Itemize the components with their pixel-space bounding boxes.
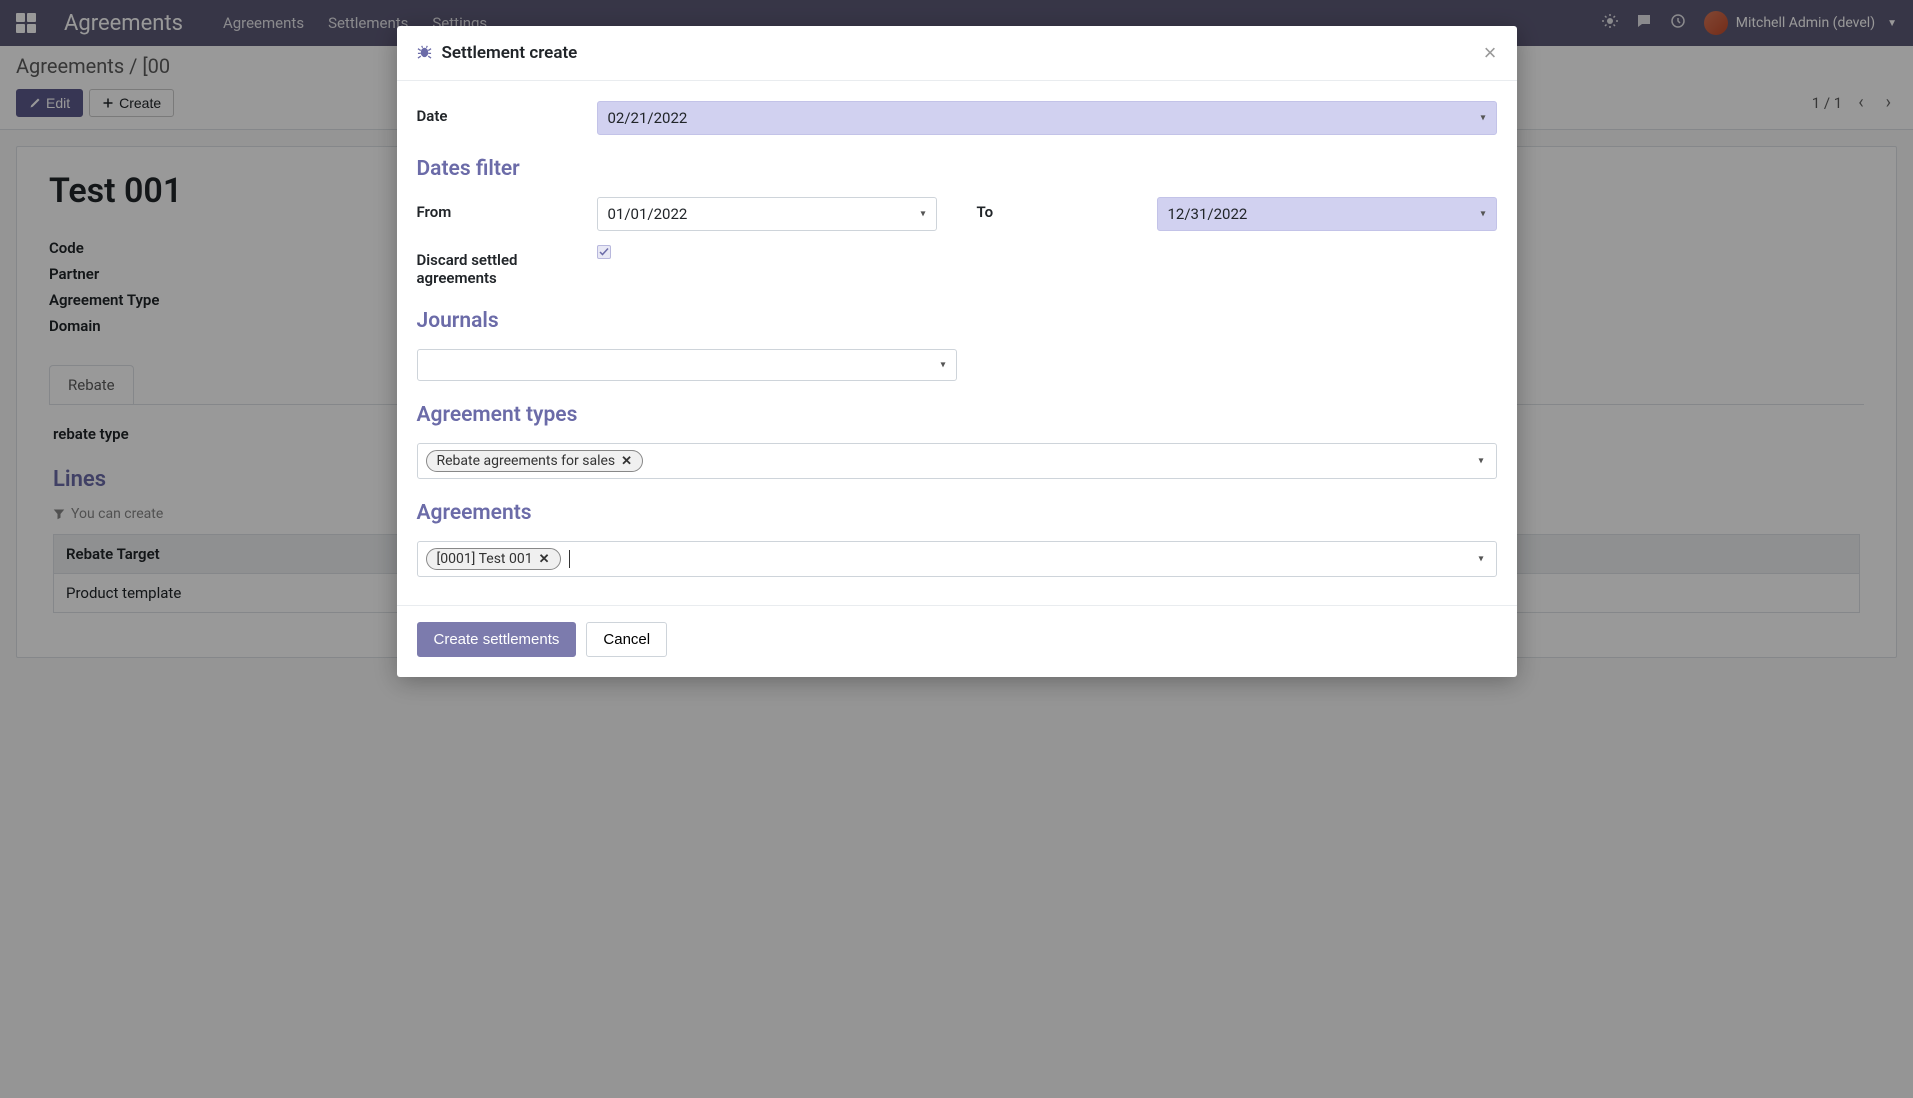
- from-label: From: [417, 197, 597, 221]
- to-label: To: [977, 197, 1157, 221]
- discard-checkbox[interactable]: [597, 245, 611, 259]
- date-label: Date: [417, 101, 597, 125]
- agreements-input[interactable]: [0001] Test 001 ✕ ▾: [417, 541, 1497, 577]
- chevron-down-icon: ▾: [940, 360, 945, 371]
- from-date-input[interactable]: 01/01/2022 ▾: [597, 197, 937, 231]
- modal-title-text: Settlement create: [442, 43, 578, 63]
- agreement-types-heading: Agreement types: [417, 403, 1497, 427]
- to-date-input[interactable]: 12/31/2022 ▾: [1157, 197, 1497, 231]
- date-input[interactable]: 02/21/2022 ▾: [597, 101, 1497, 135]
- chevron-down-icon: ▾: [1480, 113, 1485, 124]
- check-icon: [599, 247, 609, 257]
- chevron-down-icon: ▾: [1478, 456, 1483, 467]
- discard-label: Discard settled agreements: [417, 245, 597, 287]
- modal-header: Settlement create ×: [397, 26, 1517, 81]
- agreement-types-input[interactable]: Rebate agreements for sales ✕ ▾: [417, 443, 1497, 479]
- modal-close-button[interactable]: ×: [1484, 40, 1497, 66]
- journals-select[interactable]: ▾: [417, 349, 957, 381]
- chevron-down-icon: ▾: [1478, 554, 1483, 565]
- bug-icon[interactable]: [417, 44, 432, 63]
- chevron-down-icon: ▾: [1480, 209, 1485, 220]
- settlement-create-modal: Settlement create × Date 02/21/2022 ▾ Da…: [397, 26, 1517, 677]
- modal-footer: Create settlements Cancel: [397, 605, 1517, 677]
- agreement-tag: [0001] Test 001 ✕: [426, 548, 561, 570]
- agreements-heading: Agreements: [417, 501, 1497, 525]
- cancel-button[interactable]: Cancel: [586, 622, 667, 657]
- create-settlements-button[interactable]: Create settlements: [417, 622, 577, 657]
- tag-remove-icon[interactable]: ✕: [539, 552, 550, 567]
- chevron-down-icon: ▾: [920, 209, 925, 220]
- dates-filter-heading: Dates filter: [417, 157, 1497, 181]
- journals-heading: Journals: [417, 309, 1497, 333]
- tag-remove-icon[interactable]: ✕: [621, 454, 632, 469]
- modal-body: Date 02/21/2022 ▾ Dates filter From 01/0…: [397, 81, 1517, 587]
- text-cursor: [569, 550, 570, 568]
- agreement-type-tag: Rebate agreements for sales ✕: [426, 450, 644, 472]
